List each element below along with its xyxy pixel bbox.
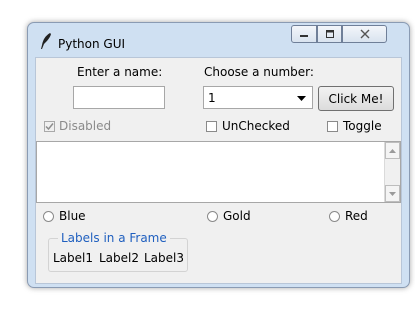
radio-blue-label: Blue	[59, 209, 86, 223]
scroll-up-button[interactable]	[385, 142, 400, 159]
unchecked-checkbox[interactable]	[206, 121, 217, 132]
scrolled-text[interactable]	[36, 141, 401, 203]
chevron-up-icon	[389, 148, 396, 153]
chevron-down-icon	[389, 191, 396, 196]
click-me-button[interactable]: Click Me!	[318, 86, 394, 111]
radio-gold[interactable]	[207, 211, 218, 222]
number-combobox[interactable]: 1	[203, 86, 313, 109]
main-window: Python GUI Enter a name: Choose a number…	[27, 22, 410, 288]
radio-blue[interactable]	[43, 211, 54, 222]
toggle-checkbox[interactable]	[327, 121, 338, 132]
title-bar[interactable]: Python GUI	[28, 23, 409, 57]
minimize-button[interactable]	[291, 25, 317, 43]
close-icon	[360, 29, 369, 39]
frame-label-2: Label2	[99, 251, 140, 265]
vertical-scrollbar[interactable]	[384, 142, 400, 202]
frame-label-3: Label3	[144, 251, 185, 265]
number-selected-value: 1	[208, 91, 216, 105]
client-area: Enter a name: Choose a number: 1 Click M…	[35, 57, 402, 284]
name-input[interactable]	[73, 86, 165, 109]
checkmark-icon	[45, 123, 54, 131]
chevron-down-icon[interactable]	[297, 96, 306, 102]
disabled-checkbox[interactable]	[44, 121, 55, 132]
number-label: Choose a number:	[204, 65, 314, 79]
radio-red[interactable]	[329, 211, 340, 222]
name-label: Enter a name:	[77, 65, 163, 79]
scroll-down-button[interactable]	[385, 185, 400, 202]
radio-gold-label: Gold	[223, 209, 251, 223]
label-frame-title: Labels in a Frame	[58, 231, 170, 245]
toggle-checkbox-label: Toggle	[343, 119, 382, 133]
maximize-button[interactable]	[317, 25, 342, 43]
frame-label-1: Label1	[53, 251, 94, 265]
minimize-icon	[300, 35, 308, 37]
window-title: Python GUI	[58, 37, 126, 51]
radio-red-label: Red	[345, 209, 368, 223]
feather-icon	[41, 33, 51, 49]
close-button[interactable]	[342, 25, 387, 43]
disabled-checkbox-label: Disabled	[59, 119, 112, 133]
maximize-icon	[325, 30, 334, 38]
unchecked-checkbox-label: UnChecked	[222, 119, 290, 133]
